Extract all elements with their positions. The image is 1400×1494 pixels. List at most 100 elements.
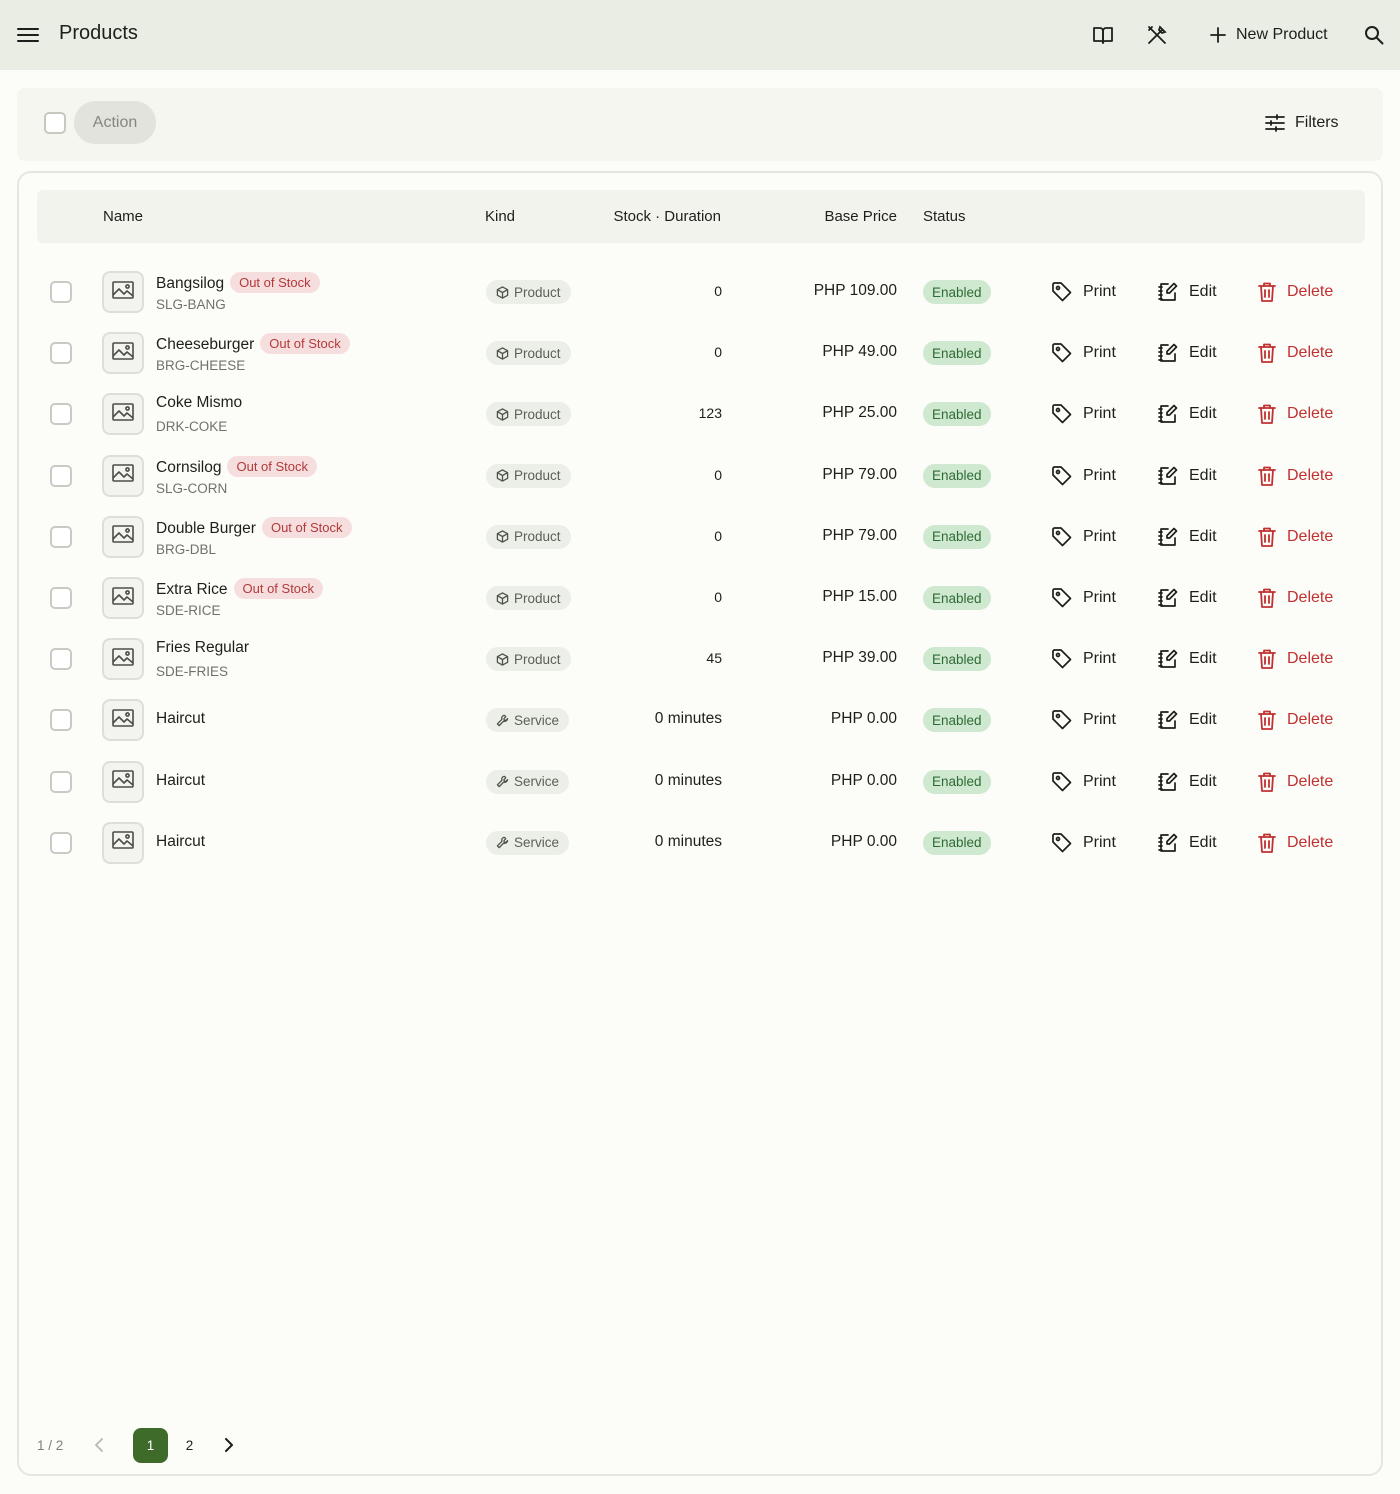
print-button[interactable]: Print bbox=[1051, 277, 1116, 307]
table-row[interactable]: Extra Rice Out of Stock SDE-RICE Product 0 PH… bbox=[19, 568, 1381, 629]
kind-badge: Product bbox=[486, 524, 571, 549]
status-badge: Enabled bbox=[923, 708, 991, 733]
product-name[interactable]: Cornsilog bbox=[156, 459, 221, 476]
edit-button[interactable]: Edit bbox=[1157, 828, 1217, 858]
product-name[interactable]: Extra Rice bbox=[156, 581, 228, 598]
row-checkbox[interactable] bbox=[50, 709, 72, 732]
edit-button[interactable]: Edit bbox=[1157, 583, 1217, 613]
tag-icon bbox=[1051, 281, 1073, 303]
row-checkbox[interactable] bbox=[50, 831, 72, 854]
action-button[interactable]: Action bbox=[74, 101, 156, 144]
kind-label: Product bbox=[514, 284, 561, 300]
edit-button[interactable]: Edit bbox=[1157, 522, 1217, 552]
row-checkbox[interactable] bbox=[50, 525, 72, 548]
delete-button[interactable]: Delete bbox=[1257, 461, 1333, 491]
print-button[interactable]: Print bbox=[1051, 705, 1116, 735]
table-row[interactable]: Cornsilog Out of Stock SLG-CORN Product 0 PHP… bbox=[19, 446, 1381, 507]
column-status[interactable]: Status bbox=[923, 208, 966, 225]
docs-button[interactable] bbox=[1087, 19, 1119, 51]
print-button[interactable]: Print bbox=[1051, 644, 1116, 674]
edit-button[interactable]: Edit bbox=[1157, 705, 1217, 735]
kind-badge: Product bbox=[486, 586, 571, 610]
trash-icon bbox=[1257, 281, 1277, 303]
status-badge: Enabled bbox=[923, 402, 991, 427]
edit-button[interactable]: Edit bbox=[1157, 767, 1217, 797]
trash-icon bbox=[1257, 403, 1277, 425]
delete-button[interactable]: Delete bbox=[1257, 277, 1333, 307]
edit-icon bbox=[1157, 465, 1179, 487]
delete-button[interactable]: Delete bbox=[1257, 644, 1333, 674]
edit-button[interactable]: Edit bbox=[1157, 338, 1217, 368]
product-sku: SDE-FRIES bbox=[156, 664, 229, 680]
next-page-button[interactable] bbox=[213, 1429, 245, 1461]
delete-button[interactable]: Delete bbox=[1257, 828, 1333, 858]
row-checkbox[interactable] bbox=[50, 403, 72, 426]
delete-button[interactable]: Delete bbox=[1257, 338, 1333, 368]
column-base-price[interactable]: Base Price bbox=[824, 208, 897, 225]
kind-badge: Service bbox=[486, 708, 570, 733]
edit-icon bbox=[1157, 587, 1179, 609]
product-name[interactable]: Haircut bbox=[156, 833, 205, 850]
column-name[interactable]: Name bbox=[103, 208, 143, 225]
row-checkbox[interactable] bbox=[50, 587, 72, 609]
table-row[interactable]: Cheeseburger Out of Stock BRG-CHEESE Produc… bbox=[19, 323, 1381, 384]
product-name-cell: Cheeseburger Out of Stock bbox=[156, 333, 350, 355]
status-badge: Enabled bbox=[923, 463, 991, 488]
product-name[interactable]: Fries Regular bbox=[156, 639, 249, 656]
delete-button[interactable]: Delete bbox=[1257, 399, 1333, 429]
row-checkbox[interactable] bbox=[50, 281, 72, 303]
delete-button[interactable]: Delete bbox=[1257, 583, 1333, 613]
product-name[interactable]: Coke Mismo bbox=[156, 394, 242, 411]
column-stock-duration[interactable]: Stock · Duration bbox=[613, 208, 721, 225]
column-kind[interactable]: Kind bbox=[485, 208, 515, 225]
menu-button[interactable] bbox=[12, 19, 44, 51]
edit-button[interactable]: Edit bbox=[1157, 277, 1217, 307]
product-name[interactable]: Cheeseburger bbox=[156, 336, 254, 353]
row-checkbox[interactable] bbox=[50, 648, 72, 671]
print-button[interactable]: Print bbox=[1051, 583, 1116, 613]
table-row[interactable]: Haircut Service 0 minutes PHP 0.00 Enabled Pr… bbox=[19, 813, 1381, 874]
print-button[interactable]: Print bbox=[1051, 461, 1116, 491]
products-table-card: Name Kind Stock · Duration Base Price St… bbox=[17, 171, 1383, 1476]
delete-button[interactable]: Delete bbox=[1257, 705, 1333, 735]
print-button[interactable]: Print bbox=[1051, 522, 1116, 552]
product-name[interactable]: Haircut bbox=[156, 772, 205, 789]
delete-button[interactable]: Delete bbox=[1257, 767, 1333, 797]
edit-button[interactable]: Edit bbox=[1157, 399, 1217, 429]
filters-button[interactable]: Filters bbox=[1257, 105, 1347, 141]
print-button[interactable]: Print bbox=[1051, 399, 1116, 429]
page-1-button[interactable]: 1 bbox=[133, 1428, 168, 1463]
table-row[interactable]: Haircut Service 0 minutes PHP 0.00 Enabled Pr… bbox=[19, 690, 1381, 751]
tools-button[interactable] bbox=[1141, 19, 1173, 51]
table-row[interactable]: Double Burger Out of Stock BRG-DBL Product 0… bbox=[19, 507, 1381, 568]
print-button[interactable]: Print bbox=[1051, 338, 1116, 368]
sliders-icon bbox=[1265, 114, 1285, 132]
product-name[interactable]: Bangsilog bbox=[156, 275, 224, 292]
table-row[interactable]: Haircut Service 0 minutes PHP 0.00 Enabled Pr… bbox=[19, 752, 1381, 813]
product-name-cell: Bangsilog Out of Stock bbox=[156, 272, 320, 293]
search-button[interactable] bbox=[1358, 19, 1390, 51]
row-checkbox[interactable] bbox=[50, 464, 72, 487]
new-product-button[interactable]: New Product bbox=[1198, 17, 1340, 53]
print-button[interactable]: Print bbox=[1051, 828, 1116, 858]
prev-page-button[interactable] bbox=[83, 1429, 115, 1461]
image-placeholder-icon bbox=[112, 464, 134, 487]
base-price-value: PHP 0.00 bbox=[830, 771, 897, 789]
table-header: Name Kind Stock · Duration Base Price St… bbox=[37, 190, 1365, 243]
base-price-value: PHP 79.00 bbox=[822, 526, 897, 544]
select-all-checkbox[interactable] bbox=[44, 112, 66, 134]
edit-button[interactable]: Edit bbox=[1157, 644, 1217, 674]
edit-button[interactable]: Edit bbox=[1157, 461, 1217, 491]
product-name-cell: Coke Mismo bbox=[156, 394, 242, 412]
row-checkbox[interactable] bbox=[50, 342, 72, 365]
product-name[interactable]: Haircut bbox=[156, 710, 205, 727]
table-row[interactable]: Coke Mismo DRK-COKE Product 123 PHP 25.00 Ena… bbox=[19, 384, 1381, 445]
page-2-button[interactable]: 2 bbox=[172, 1428, 207, 1463]
table-row[interactable]: Fries Regular SDE-FRIES Product 45 PHP 39.00… bbox=[19, 629, 1381, 690]
table-row[interactable]: Bangsilog Out of Stock SLG-BANG Product 0 PHP… bbox=[19, 262, 1381, 323]
row-checkbox[interactable] bbox=[50, 770, 72, 793]
delete-button[interactable]: Delete bbox=[1257, 522, 1333, 552]
print-button[interactable]: Print bbox=[1051, 767, 1116, 797]
kind-label: Product bbox=[514, 468, 561, 484]
product-name[interactable]: Double Burger bbox=[156, 520, 256, 537]
